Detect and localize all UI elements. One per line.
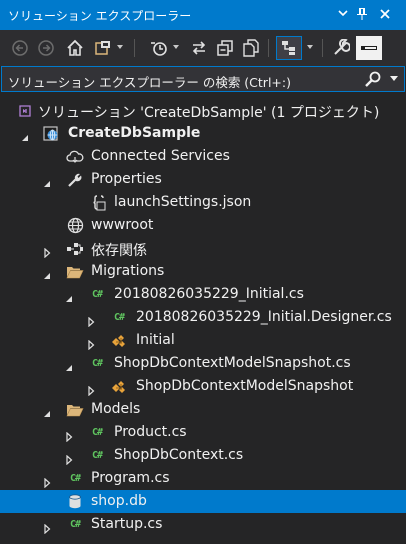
- collapsed-triangle-icon[interactable]: [42, 243, 52, 259]
- sync-icon[interactable]: [188, 36, 210, 60]
- globe-icon: [66, 217, 84, 234]
- tree-item-label: 20180826035229_Initial.Designer.cs: [136, 309, 392, 325]
- folder-open-icon: [66, 263, 84, 280]
- csharp-file-icon: C#: [91, 450, 103, 461]
- csharp-file-icon: C#: [113, 312, 125, 323]
- tree-item[interactable]: Migrations: [0, 260, 406, 283]
- search-options-dropdown[interactable]: [390, 76, 398, 81]
- tree-item-label: ShopDbContextModelSnapshot: [136, 378, 354, 394]
- collapsed-triangle-icon[interactable]: [42, 473, 52, 489]
- json-file-icon: [90, 194, 108, 211]
- solution-icon: [16, 102, 34, 119]
- expanded-triangle-icon[interactable]: [42, 174, 52, 187]
- expanded-triangle-icon[interactable]: [42, 404, 52, 417]
- collapsed-triangle-icon[interactable]: [86, 335, 96, 351]
- tree-item-label: launchSettings.json: [114, 194, 252, 210]
- wrench-icon: [66, 171, 84, 188]
- back-icon[interactable]: [10, 36, 30, 60]
- chevron-down-icon[interactable]: [302, 36, 316, 60]
- search-icon[interactable]: [364, 70, 382, 88]
- close-icon[interactable]: [376, 5, 394, 23]
- tree-item[interactable]: C# 20180826035229_Initial.cs: [0, 283, 406, 306]
- tree-item[interactable]: 依存関係: [0, 237, 406, 260]
- search-placeholder: ソリューション エクスプローラー の検索 (Ctrl+:): [8, 75, 291, 90]
- show-all-files-icon[interactable]: [240, 36, 262, 60]
- tree-item-label: Product.cs: [114, 424, 187, 440]
- csharp-file-icon: C#: [91, 427, 103, 438]
- tree-item-label: Migrations: [91, 263, 165, 279]
- properties-icon[interactable]: [330, 36, 352, 60]
- panel-title: ソリューション エクスプローラー: [8, 9, 192, 23]
- tree-item[interactable]: C# Program.cs: [0, 467, 406, 490]
- tree-item[interactable]: Models: [0, 398, 406, 421]
- pin-icon[interactable]: [353, 5, 371, 23]
- collapsed-triangle-icon[interactable]: [42, 519, 52, 535]
- tree-item[interactable]: ShopDbContextModelSnapshot: [0, 375, 406, 398]
- csharp-file-icon: C#: [69, 519, 81, 530]
- folder-open-icon: [66, 401, 84, 418]
- tree-item-label: wwwroot: [91, 217, 154, 233]
- tree-item[interactable]: wwwroot: [0, 214, 406, 237]
- tree-item-label: ShopDbContextModelSnapshot.cs: [114, 355, 351, 371]
- expanded-triangle-icon[interactable]: [20, 128, 30, 141]
- title-bar: ソリューション エクスプローラー: [0, 0, 406, 30]
- tree-item-label: Program.cs: [91, 470, 170, 486]
- tree-item[interactable]: Properties: [0, 168, 406, 191]
- preview-icon[interactable]: [356, 36, 382, 60]
- tree-item-label: CreateDbSample: [68, 125, 201, 141]
- tree-item-label: Startup.cs: [91, 516, 163, 532]
- class-icon: [110, 378, 128, 395]
- tree-item-label: 依存関係: [91, 243, 147, 259]
- tree-item-label: Connected Services: [91, 148, 230, 164]
- collapsed-triangle-icon[interactable]: [86, 381, 96, 397]
- tree-item-label: Models: [91, 401, 141, 417]
- tree-item[interactable]: C# Product.cs: [0, 421, 406, 444]
- tree-item[interactable]: ソリューション 'CreateDbSample' (1 プロジェクト): [0, 99, 406, 122]
- switch-views-icon[interactable]: [92, 36, 123, 60]
- tree-item[interactable]: shop.db: [0, 490, 406, 513]
- tree-item[interactable]: C# Startup.cs: [0, 513, 406, 536]
- tree-item-label: Initial: [136, 332, 175, 348]
- tree-item[interactable]: Connected Services: [0, 145, 406, 168]
- expanded-triangle-icon[interactable]: [64, 358, 74, 371]
- tree-item[interactable]: C# 20180826035229_Initial.Designer.cs: [0, 306, 406, 329]
- pending-changes-filter-icon[interactable]: [148, 36, 179, 60]
- sync-active-document-icon[interactable]: [276, 36, 302, 60]
- class-icon: [110, 332, 128, 349]
- solution-explorer-panel: ソリューション エクスプローラー ソリューション エクスプローラー の検索 (C…: [0, 0, 406, 544]
- home-icon[interactable]: [64, 36, 86, 60]
- collapsed-triangle-icon[interactable]: [86, 312, 96, 328]
- csharp-file-icon: C#: [91, 289, 103, 300]
- tree-item[interactable]: C# ShopDbContextModelSnapshot.cs: [0, 352, 406, 375]
- connected-services-icon: [66, 148, 84, 165]
- tree-item-label: ShopDbContext.cs: [114, 447, 244, 463]
- tree-item[interactable]: Initial: [0, 329, 406, 352]
- tree-item[interactable]: launchSettings.json: [0, 191, 406, 214]
- dependencies-icon: [66, 240, 84, 257]
- tree-item[interactable]: C# ShopDbContext.cs: [0, 444, 406, 467]
- tree-item[interactable]: CreateDbSample: [0, 122, 406, 145]
- collapsed-triangle-icon[interactable]: [64, 427, 74, 443]
- collapse-all-icon[interactable]: [214, 36, 236, 60]
- tree-item-label: 20180826035229_Initial.cs: [114, 286, 304, 302]
- csharp-file-icon: C#: [69, 473, 81, 484]
- tree-item-label: Properties: [91, 171, 162, 187]
- tree-item-label: shop.db: [91, 493, 147, 509]
- tree-item-label: ソリューション 'CreateDbSample' (1 プロジェクト): [38, 105, 380, 121]
- collapsed-triangle-icon[interactable]: [64, 450, 74, 466]
- chevron-down-icon[interactable]: [334, 5, 352, 23]
- toolbar: [0, 30, 406, 66]
- expanded-triangle-icon[interactable]: [64, 289, 74, 302]
- expanded-triangle-icon[interactable]: [42, 266, 52, 279]
- database-icon: [66, 493, 84, 510]
- csharp-file-icon: C#: [91, 358, 103, 369]
- forward-icon[interactable]: [36, 36, 56, 60]
- search-input[interactable]: ソリューション エクスプローラー の検索 (Ctrl+:): [1, 66, 405, 92]
- web-project-icon: [42, 125, 60, 142]
